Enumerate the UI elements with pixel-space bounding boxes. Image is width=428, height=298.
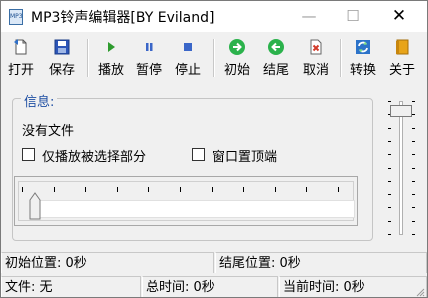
status-start-position: 初始位置: 0秒 (1, 252, 214, 273)
slider-tick (243, 187, 244, 192)
pause-label: 暂停 (135, 63, 162, 78)
play-label: 播放 (97, 63, 124, 78)
slider-tick (306, 187, 307, 192)
slider-tick (54, 187, 55, 192)
toolbar-separator (213, 39, 215, 77)
slider-tick (388, 194, 391, 195)
status-bar-positions: 初始位置: 0秒 结尾位置: 0秒 (1, 252, 427, 274)
pause-icon (146, 43, 153, 51)
save-disk-icon (54, 39, 70, 55)
position-slider-thumb[interactable] (29, 192, 41, 220)
resize-grip-icon[interactable] (415, 287, 425, 297)
checkbox-box[interactable] (192, 148, 205, 161)
convert-refresh-icon (356, 40, 370, 54)
volume-slider-ticks (388, 101, 391, 235)
checkbox-box[interactable] (22, 148, 35, 161)
toolbar-separator (340, 39, 342, 77)
toolbar: 打开 保存 播放 暂停 停止 初始 结尾 取消 转换 关于 (1, 33, 427, 83)
close-button[interactable]: ✕ (377, 1, 421, 31)
title-bar[interactable]: MP3 MP3铃声编辑器[BY Eviland] — ☐ ✕ (1, 1, 427, 32)
status-end-position: 结尾位置: 0秒 (215, 252, 427, 273)
status-total-time: 总时间: 0秒 (142, 276, 278, 297)
volume-slider-thumb[interactable] (390, 105, 412, 117)
slider-tick (412, 221, 415, 222)
stop-icon (184, 43, 192, 51)
volume-slider[interactable] (385, 95, 417, 239)
main-window: MP3 MP3铃声编辑器[BY Eviland] — ☐ ✕ 打开 保存 播放 … (0, 0, 428, 298)
stop-label: 停止 (174, 63, 201, 78)
slider-tick (412, 181, 415, 182)
slider-tick (180, 187, 181, 192)
end-label: 结尾 (262, 63, 289, 78)
about-button[interactable]: 关于 (385, 35, 419, 81)
save-label: 保存 (48, 63, 75, 78)
cancel-label: 取消 (302, 63, 329, 78)
convert-button[interactable]: 转换 (346, 35, 380, 81)
pause-button[interactable]: 暂停 (133, 35, 165, 81)
slider-tick (388, 154, 391, 155)
status-file: 文件: 无 (1, 276, 141, 297)
slider-tick (388, 141, 391, 142)
slider-tick (85, 187, 86, 192)
open-label: 打开 (7, 63, 34, 78)
slider-tick (148, 187, 149, 192)
slider-tick (412, 154, 415, 155)
volume-slider-ticks (412, 101, 415, 235)
topmost-checkbox[interactable]: 窗口置顶端 (192, 146, 302, 165)
minimize-button[interactable]: — (287, 1, 331, 31)
play-selected-label[interactable]: 仅播放被选择部分 (42, 146, 146, 165)
slider-tick (388, 221, 391, 222)
about-label: 关于 (388, 63, 415, 78)
slider-tick (412, 141, 415, 142)
file-status-label: 没有文件 (22, 124, 75, 139)
slider-tick (388, 101, 391, 102)
volume-slider-track[interactable] (399, 101, 403, 235)
slider-tick (412, 114, 415, 115)
play-button[interactable]: 播放 (95, 35, 127, 81)
convert-label: 转换 (349, 63, 376, 78)
save-button[interactable]: 保存 (46, 35, 78, 81)
cancel-document-icon (310, 39, 322, 55)
start-label: 初始 (223, 63, 250, 78)
slider-tick (412, 101, 415, 102)
maximize-button[interactable]: ☐ (331, 1, 375, 31)
arrow-right-icon (229, 39, 245, 55)
arrow-left-icon (268, 39, 284, 55)
slider-tick (412, 168, 415, 169)
slider-tick (22, 187, 23, 192)
position-slider-ticks (22, 187, 339, 192)
end-button[interactable]: 结尾 (259, 35, 293, 81)
open-button[interactable]: 打开 (6, 35, 36, 81)
slider-tick (212, 187, 213, 192)
slider-tick (117, 187, 118, 192)
status-bar-times: 文件: 无 总时间: 0秒 当前时间: 0秒 (1, 276, 427, 297)
slider-tick (388, 234, 391, 235)
info-group-title: 信息: (21, 91, 58, 110)
play-selected-checkbox[interactable]: 仅播放被选择部分 (22, 146, 172, 165)
slider-tick (388, 168, 391, 169)
slider-tick (412, 128, 415, 129)
start-button[interactable]: 初始 (220, 35, 254, 81)
toolbar-separator (87, 39, 89, 77)
open-file-icon (14, 39, 27, 55)
app-icon: MP3 (9, 9, 23, 25)
slider-tick (388, 181, 391, 182)
slider-tick (338, 187, 339, 192)
slider-tick (412, 207, 415, 208)
slider-tick (275, 187, 276, 192)
slider-tick (388, 207, 391, 208)
cancel-button[interactable]: 取消 (299, 35, 333, 81)
slider-tick (412, 234, 415, 235)
stop-button[interactable]: 停止 (172, 35, 204, 81)
play-icon (108, 42, 115, 52)
slider-tick (388, 128, 391, 129)
position-slider-track[interactable] (30, 200, 355, 218)
topmost-label[interactable]: 窗口置顶端 (212, 146, 277, 165)
slider-tick (412, 194, 415, 195)
about-book-icon (396, 39, 409, 55)
status-current-time: 当前时间: 0秒 (279, 276, 427, 297)
window-title: MP3铃声编辑器[BY Eviland] (31, 10, 215, 26)
